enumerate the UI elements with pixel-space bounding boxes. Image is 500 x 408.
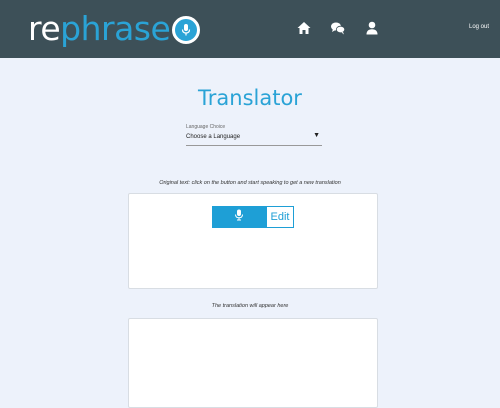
rephrase-logo[interactable]: re phrase — [28, 8, 201, 48]
edit-button[interactable]: Edit — [266, 206, 294, 228]
language-choice-label: Language Choice — [186, 124, 226, 130]
logo-microphone-icon — [172, 16, 201, 44]
user-icon[interactable] — [364, 20, 380, 36]
caret-down-icon: ▼ — [313, 132, 320, 139]
translation-box — [128, 318, 378, 408]
original-text-caption: Original text: click on the button and s… — [159, 180, 341, 186]
translation-caption: The translation will appear here — [211, 303, 289, 309]
page-title: Translator — [198, 86, 302, 110]
language-select-value: Choose a Language — [186, 134, 241, 140]
app-header: re phrase Log out — [0, 0, 500, 58]
language-select[interactable]: Choose a Language ▼ — [186, 132, 322, 146]
record-button[interactable] — [212, 206, 266, 228]
logout-link[interactable]: Log out — [462, 24, 496, 30]
chat-icon[interactable] — [330, 20, 346, 36]
logo-text-phrase: phrase — [60, 8, 171, 48]
logo-text-re: re — [28, 8, 61, 48]
home-icon[interactable] — [296, 20, 312, 36]
microphone-icon — [234, 208, 244, 226]
